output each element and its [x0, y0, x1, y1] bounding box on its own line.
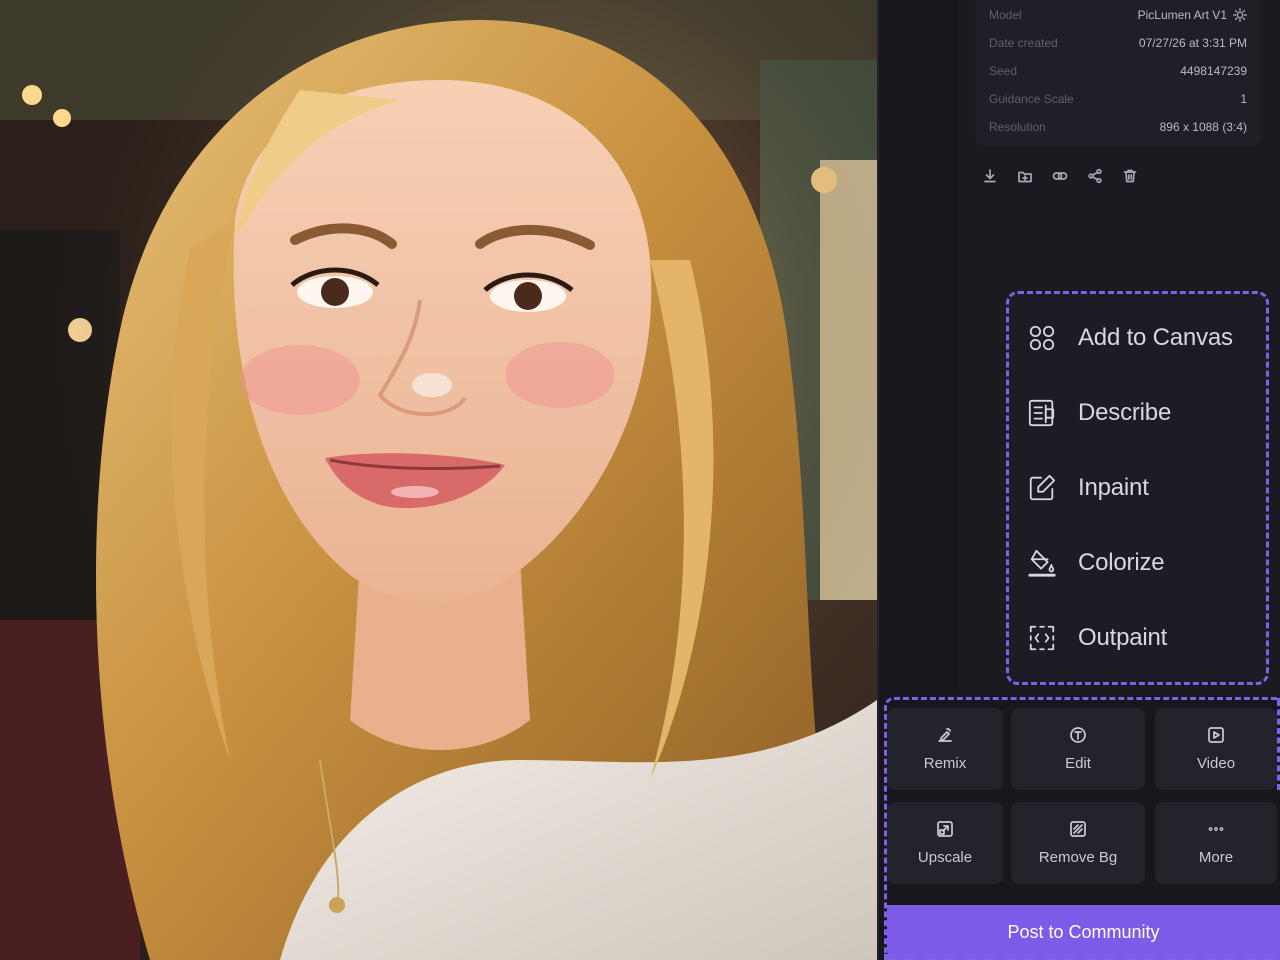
- tool-label: More: [1198, 849, 1234, 866]
- tool-label: Remove Bg: [1038, 849, 1118, 866]
- detail-value: 1: [1240, 92, 1247, 106]
- detail-row-resolution: Resolution 896 x 1088 (3:4): [989, 117, 1247, 137]
- menu-item-label: Inpaint: [1078, 474, 1149, 501]
- remove-bg-button[interactable]: Remove Bg: [1011, 802, 1145, 884]
- detail-label: Seed: [989, 64, 1018, 78]
- edit-icon: [1069, 726, 1087, 749]
- edit-button[interactable]: Edit: [1011, 708, 1145, 790]
- colorize-icon: [1026, 547, 1058, 579]
- menu-item-colorize[interactable]: Colorize: [1026, 539, 1262, 587]
- detail-label: Resolution: [989, 120, 1046, 134]
- tool-label: Remix: [923, 755, 967, 772]
- detail-row-model: Model PicLumen Art V1: [989, 5, 1247, 25]
- menu-item-inpaint[interactable]: Inpaint: [1026, 464, 1262, 512]
- menu-item-label: Colorize: [1078, 549, 1165, 576]
- detail-label: Date created: [989, 36, 1058, 50]
- image-preview[interactable]: [0, 0, 877, 960]
- more-menu: Add to Canvas Describe Inpaint Colorize …: [1006, 291, 1269, 685]
- detail-label: Guidance Scale: [989, 92, 1074, 106]
- quick-actions: [978, 164, 1142, 188]
- app-root: Model PicLumen Art V1 Date created 07/27…: [0, 0, 1280, 960]
- detail-value: 07/27/26 at 3:31 PM: [1138, 36, 1247, 50]
- tool-label: Edit: [1065, 755, 1091, 772]
- download-icon[interactable]: [978, 164, 1002, 188]
- gear-icon: [1233, 8, 1247, 22]
- detail-value: 4498147239: [1180, 64, 1247, 78]
- inpaint-icon: [1026, 472, 1058, 504]
- post-to-community-button[interactable]: Post to Community: [887, 905, 1280, 960]
- detail-value: PicLumen Art V1: [1137, 8, 1227, 22]
- remix-button[interactable]: Remix: [887, 708, 1003, 790]
- menu-item-outpaint[interactable]: Outpaint: [1026, 614, 1262, 662]
- detail-value: 896 x 1088 (3:4): [1159, 120, 1247, 134]
- detail-row-seed: Seed 4498147239: [989, 61, 1247, 81]
- detail-row-date: Date created 07/27/26 at 3:31 PM: [989, 33, 1247, 53]
- detail-label: Model: [989, 8, 1022, 22]
- selection-border: [884, 954, 1280, 960]
- trash-icon[interactable]: [1118, 164, 1142, 188]
- remove-bg-icon: [1069, 820, 1087, 843]
- describe-icon: [1026, 397, 1058, 429]
- tool-label: Upscale: [917, 849, 973, 866]
- video-button[interactable]: Video: [1155, 708, 1277, 790]
- image-details-card: Model PicLumen Art V1 Date created 07/27…: [975, 0, 1261, 147]
- menu-item-label: Add to Canvas: [1078, 324, 1233, 351]
- menu-item-label: Describe: [1078, 399, 1172, 426]
- generated-image: [0, 0, 877, 960]
- folder-add-icon[interactable]: [1013, 164, 1037, 188]
- tool-label: Video: [1196, 755, 1236, 772]
- menu-item-label: Outpaint: [1078, 624, 1168, 651]
- menu-item-add-to-canvas[interactable]: Add to Canvas: [1026, 314, 1262, 362]
- canvas-icon: [1026, 322, 1058, 354]
- share-icon[interactable]: [1083, 164, 1107, 188]
- upscale-button[interactable]: Upscale: [887, 802, 1003, 884]
- scroll-indicator[interactable]: [1262, 655, 1270, 685]
- upscale-icon: [936, 820, 954, 843]
- link-icon[interactable]: [1048, 164, 1072, 188]
- detail-row-guidance: Guidance Scale 1: [989, 89, 1247, 109]
- menu-item-describe[interactable]: Describe: [1026, 389, 1262, 437]
- more-button[interactable]: More: [1155, 802, 1277, 884]
- remix-icon: [936, 726, 954, 749]
- outpaint-icon: [1026, 622, 1058, 654]
- more-icon: [1207, 820, 1225, 843]
- video-icon: [1207, 726, 1225, 749]
